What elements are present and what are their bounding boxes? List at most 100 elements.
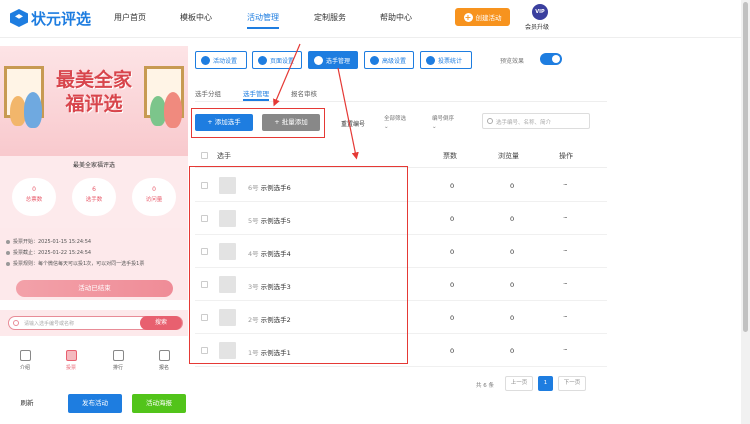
vip-icon[interactable]: VIP [532,4,548,20]
activity-name: 最美全家福评选 [72,162,115,169]
page-1-button[interactable]: 1 [538,376,553,391]
header-ops: 操作 [559,152,573,160]
publish-activity-button[interactable]: 发布活动 [68,394,122,413]
sort-order-label: 编号倒序 [432,116,455,122]
preview-toggle[interactable] [540,53,562,65]
preview-effect-label: 预览效果 [500,58,525,65]
header-views: 浏览量 [498,152,519,160]
intro-icon [19,350,31,361]
tab-ranking[interactable]: 排行 [103,350,133,371]
player-search-input[interactable]: 选手编号、名称、简介 [482,113,590,129]
family-illustration-2 [24,92,42,128]
annotation-arrows [273,43,359,160]
vote-count: 0 [450,215,455,223]
preview-tabbar: 介绍 投票 排行 报名 [0,350,188,376]
preview-search-placeholder: 请输入选手编号或名称 [24,321,75,327]
more-actions-icon[interactable]: ··· [563,280,568,288]
nav-item-templates[interactable]: 模板中心 [180,12,212,23]
banner-title-line2: 福评选 [65,93,123,115]
plus-icon: + [463,12,473,22]
tab-label: 排行 [112,365,123,371]
vote-count: 0 [450,281,455,289]
stat-visit-count: 0 访问量 [132,178,176,216]
header-votes: 票数 [443,152,457,160]
activity-poster-button[interactable]: 活动海报 [132,394,186,413]
vote-end-text: 投票截止：2025-01-22 15:24:54 [13,250,92,256]
next-page-button[interactable]: 下一页 [558,376,586,391]
tab-label: 投票统计 [438,57,463,65]
phone-preview: 最美全家 福评选 最美全家福评选 0 总票数 6 选手数 0 访问量 投票开始：… [0,46,188,346]
scrollbar-thumb[interactable] [743,2,748,332]
bullet-icon [6,261,10,266]
vote-rule-row: 投票规则：每个微信每天可以投1次，可以对同一选手投1票 [6,260,182,267]
stat-label: 访问量 [145,197,163,203]
bar-chart-icon [426,55,435,65]
activity-ended-button[interactable]: 活动已结束 [16,280,173,297]
search-icon [13,320,19,326]
more-actions-icon[interactable]: ··· [563,214,568,222]
tab-vote-statistics[interactable]: 投票统计 [420,51,472,69]
logo-text: 状元评选 [31,9,92,28]
banner-title-line1: 最美全家 [55,69,132,91]
view-count: 0 [510,347,515,355]
filter-all-select[interactable]: 全部筛选 ⌄ [384,115,406,131]
stat-value: 0 [32,186,36,193]
more-actions-icon[interactable]: ··· [563,346,568,354]
bullet-icon [6,239,10,244]
refresh-button[interactable]: 刷新 [6,394,48,413]
bullet-icon [6,250,10,255]
top-nav: 状元评选 用户首页 模板中心 活动管理 定制服务 帮助中心 + 创建活动 VIP… [0,0,750,38]
preview-banner: 最美全家 福评选 [0,46,188,156]
tab-vote[interactable]: 投票 [56,350,86,371]
vote-rule-text: 投票规则：每个微信每天可以投1次，可以对同一选手投1票 [13,261,145,267]
view-count: 0 [510,182,515,190]
tab-intro[interactable]: 介绍 [10,350,40,371]
tab-signup[interactable]: 报名 [149,350,179,371]
prev-page-button[interactable]: 上一页 [505,376,533,391]
sort-order-select[interactable]: 编号倒序 ⌄ [432,115,454,131]
nav-item-custom-service[interactable]: 定制服务 [314,12,346,23]
tab-advanced-settings[interactable]: 高级设置 [364,51,414,69]
vote-count: 0 [450,182,455,190]
vote-start-text: 投票开始：2025-01-15 15:24:54 [13,239,92,245]
arrow-to-actions [273,43,301,107]
logo-cube-icon [10,9,28,27]
vote-count: 0 [450,314,455,322]
vote-start-row: 投票开始：2025-01-15 15:24:54 [6,238,182,245]
search-icon [487,118,493,124]
signup-icon [158,350,170,361]
pagination-total: 共 6 条 [476,383,494,389]
create-activity-button[interactable]: + 创建活动 [455,8,510,26]
stat-total-votes: 0 总票数 [12,178,56,216]
more-actions-icon[interactable]: ··· [563,313,568,321]
preview-search-input[interactable]: 请输入选手编号或名称 搜索 [8,316,183,330]
stat-label: 选手数 [85,197,103,203]
more-actions-icon[interactable]: ··· [563,181,568,189]
stat-player-count: 6 选手数 [72,178,116,216]
tab-label: 投票 [65,365,76,371]
nav-item-activity-management[interactable]: 活动管理 [247,12,279,29]
stat-value: 6 [92,186,96,193]
tab-label: 高级设置 [382,57,407,65]
logo[interactable]: 状元评选 [10,7,91,29]
vote-end-row: 投票截止：2025-01-22 15:24:54 [6,249,182,256]
more-actions-icon[interactable]: ··· [563,247,568,255]
nav-item-user-home[interactable]: 用户首页 [114,12,146,23]
vip-upgrade-link[interactable]: 会员升级 [525,22,549,31]
tab-label: 报名 [158,365,169,371]
stat-value: 0 [152,186,156,193]
nav-item-help-center[interactable]: 帮助中心 [380,12,412,23]
ranking-icon [112,350,124,361]
preview-search-button[interactable]: 搜索 [140,316,182,330]
player-search-placeholder: 选手编号、名称、简介 [496,120,552,126]
vote-stats-card: 最美全家福评选 0 总票数 6 选手数 0 访问量 [0,156,188,228]
arrow-to-rows [337,67,359,160]
view-count: 0 [510,281,515,289]
annotation-box-rows [189,166,408,364]
filter-all-label: 全部筛选 [384,116,407,122]
view-count: 0 [510,215,515,223]
banner-title: 最美全家 福评选 [48,68,140,116]
vote-count: 0 [450,347,455,355]
view-count: 0 [510,248,515,256]
bar-chart-icon [65,350,77,361]
